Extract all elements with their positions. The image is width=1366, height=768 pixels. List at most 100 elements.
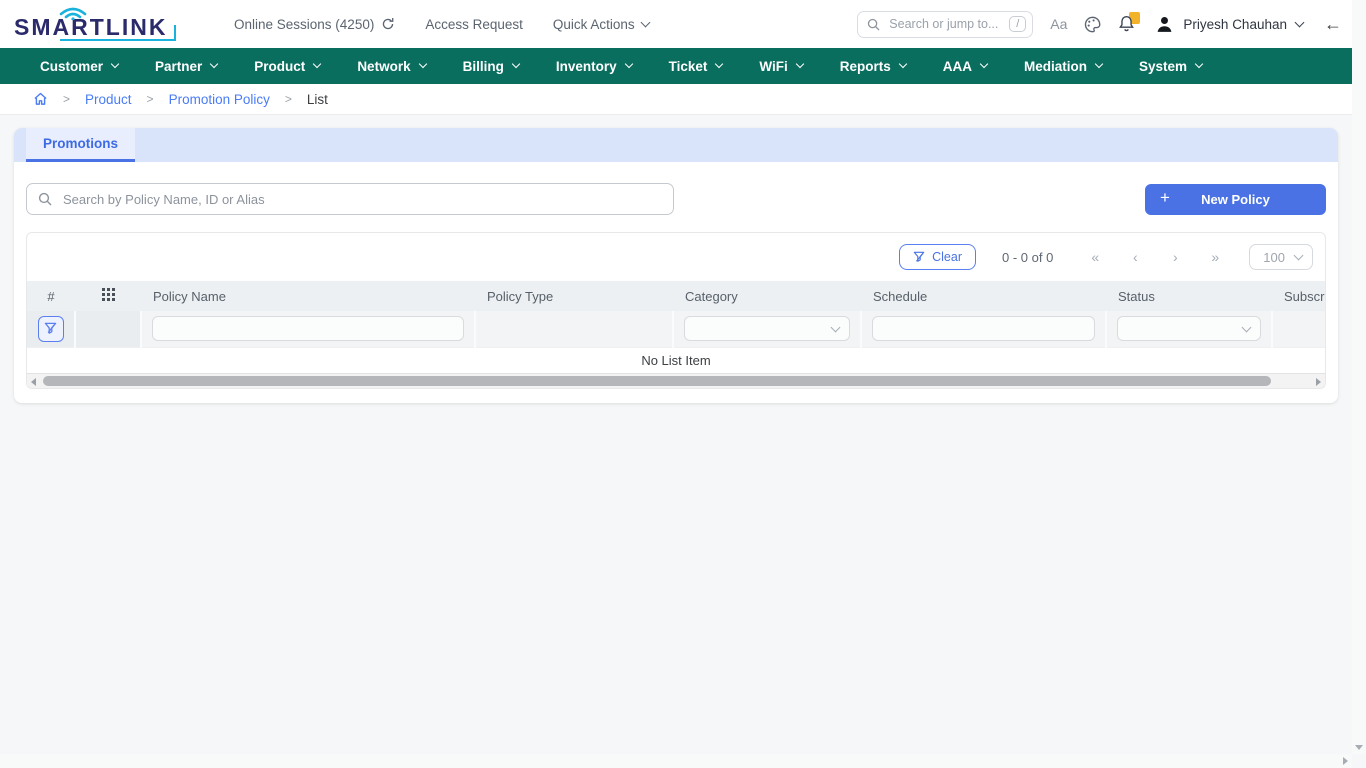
pager-first-button[interactable]: « bbox=[1075, 249, 1115, 265]
user-name: Priyesh Chauhan bbox=[1183, 17, 1287, 32]
scroll-left-arrow[interactable] bbox=[31, 378, 36, 386]
nav-item-billing[interactable]: Billing bbox=[463, 59, 519, 74]
online-sessions[interactable]: Online Sessions (4250) bbox=[234, 17, 395, 32]
breadcrumb-current-list: List bbox=[307, 92, 328, 107]
filter-toggle-button[interactable] bbox=[38, 316, 64, 342]
table-header-row: # bbox=[27, 281, 1325, 311]
filter-icon bbox=[44, 322, 57, 335]
chevron-down-icon bbox=[899, 60, 907, 68]
logo-text: SMARTLINK bbox=[14, 14, 167, 41]
page: SMARTLINK Online Sessions (4250) bbox=[0, 0, 1352, 416]
smartlink-logo[interactable]: SMARTLINK bbox=[14, 3, 182, 45]
col-schedule[interactable]: Schedule bbox=[861, 281, 1106, 311]
back-arrow-button[interactable]: ← bbox=[1324, 14, 1342, 35]
chevron-down-icon bbox=[1095, 60, 1103, 68]
filter-row bbox=[27, 311, 1325, 347]
search-icon bbox=[38, 192, 52, 206]
nav-item-network[interactable]: Network bbox=[357, 59, 425, 74]
breadcrumb: > Product > Promotion Policy > List bbox=[0, 84, 1352, 115]
window-horizontal-scrollbar[interactable] bbox=[0, 754, 1352, 768]
font-size-toggle[interactable]: Aa bbox=[1050, 16, 1067, 32]
logo-underline-vertical bbox=[174, 25, 176, 41]
panel-toolbar: Clear 0 - 0 of 0 « ‹ › » 100 bbox=[27, 233, 1325, 281]
nav-item-reports[interactable]: Reports bbox=[840, 59, 906, 74]
global-search[interactable]: / bbox=[857, 11, 1033, 38]
schedule-filter-input[interactable] bbox=[872, 316, 1095, 341]
chevron-down-icon bbox=[980, 60, 988, 68]
actions-row: + New Policy bbox=[14, 162, 1338, 232]
col-category[interactable]: Category bbox=[673, 281, 861, 311]
search-icon bbox=[867, 18, 880, 31]
user-avatar bbox=[1155, 15, 1174, 34]
col-policy-name[interactable]: Policy Name bbox=[141, 281, 475, 311]
scroll-down-arrow[interactable] bbox=[1355, 745, 1363, 750]
tabstrip: Promotions bbox=[14, 128, 1338, 162]
table-horizontal-scrollbar[interactable] bbox=[27, 373, 1325, 388]
wifi-icon bbox=[56, 2, 90, 20]
pagination-range: 0 - 0 of 0 bbox=[1002, 250, 1053, 265]
pager-next-button[interactable]: › bbox=[1155, 249, 1195, 265]
nav-item-system[interactable]: System bbox=[1139, 59, 1202, 74]
global-search-input[interactable] bbox=[887, 16, 1002, 32]
plus-icon: + bbox=[1160, 188, 1170, 208]
clear-filters-button[interactable]: Clear bbox=[899, 244, 976, 270]
chevron-down-icon bbox=[1242, 322, 1252, 332]
col-subscribers[interactable]: Subscribers bbox=[1272, 281, 1325, 311]
chevron-down-icon bbox=[640, 17, 650, 27]
main-navbar: Customer Partner Product Network Billing… bbox=[0, 48, 1352, 84]
header-center: Online Sessions (4250) Access Request Qu… bbox=[234, 17, 649, 32]
theme-palette-icon[interactable] bbox=[1084, 16, 1101, 33]
promotions-card: Promotions + New Policy bbox=[14, 128, 1338, 403]
chevron-down-icon bbox=[1295, 17, 1305, 27]
breadcrumb-link-promotion-policy[interactable]: Promotion Policy bbox=[169, 92, 270, 107]
policy-name-filter-input[interactable] bbox=[152, 316, 464, 341]
breadcrumb-link-product[interactable]: Product bbox=[85, 92, 132, 107]
chevron-down-icon bbox=[1195, 60, 1203, 68]
nav-item-inventory[interactable]: Inventory bbox=[556, 59, 632, 74]
filter-off-icon bbox=[913, 251, 925, 263]
user-menu[interactable]: Priyesh Chauhan bbox=[1155, 15, 1303, 34]
breadcrumb-separator: > bbox=[285, 92, 292, 106]
nav-item-product[interactable]: Product bbox=[254, 59, 320, 74]
category-filter-select[interactable] bbox=[684, 316, 850, 341]
nav-item-aaa[interactable]: AAA bbox=[943, 59, 987, 74]
nav-item-partner[interactable]: Partner bbox=[155, 59, 217, 74]
window-vertical-scrollbar[interactable] bbox=[1352, 0, 1366, 754]
breadcrumb-separator: > bbox=[63, 92, 70, 106]
chevron-down-icon bbox=[512, 60, 520, 68]
chevron-down-icon bbox=[418, 60, 426, 68]
pager: « ‹ › » bbox=[1075, 249, 1235, 265]
chevron-down-icon bbox=[313, 60, 321, 68]
col-columns-picker[interactable] bbox=[75, 281, 141, 311]
col-policy-type[interactable]: Policy Type bbox=[475, 281, 673, 311]
status-filter-select[interactable] bbox=[1117, 316, 1261, 341]
policy-search-input[interactable] bbox=[61, 191, 662, 208]
page-size-select[interactable]: 100 bbox=[1249, 244, 1313, 270]
col-index[interactable]: # bbox=[27, 281, 75, 311]
nav-item-customer[interactable]: Customer bbox=[40, 59, 118, 74]
grid-icon bbox=[102, 288, 115, 301]
tab-promotions[interactable]: Promotions bbox=[26, 128, 135, 162]
scrollbar-thumb[interactable] bbox=[43, 376, 1271, 386]
header-right: / Aa bbox=[857, 11, 1342, 38]
policy-search[interactable] bbox=[26, 183, 674, 215]
nav-item-mediation[interactable]: Mediation bbox=[1024, 59, 1102, 74]
pager-prev-button[interactable]: ‹ bbox=[1115, 249, 1155, 265]
notifications-bell[interactable] bbox=[1118, 14, 1138, 34]
search-shortcut-badge: / bbox=[1009, 16, 1026, 32]
nav-item-ticket[interactable]: Ticket bbox=[669, 59, 723, 74]
chevron-down-icon bbox=[624, 60, 632, 68]
refresh-icon[interactable] bbox=[381, 17, 395, 31]
scroll-right-arrow[interactable] bbox=[1316, 378, 1321, 386]
home-icon[interactable] bbox=[33, 92, 48, 106]
col-status[interactable]: Status bbox=[1106, 281, 1272, 311]
quick-actions-menu[interactable]: Quick Actions bbox=[553, 17, 649, 32]
new-policy-button[interactable]: + New Policy bbox=[1145, 184, 1326, 215]
content-area: Promotions + New Policy bbox=[0, 115, 1352, 416]
access-request-link[interactable]: Access Request bbox=[425, 17, 523, 32]
access-request-label: Access Request bbox=[425, 17, 523, 32]
chevron-down-icon bbox=[210, 60, 218, 68]
scroll-right-arrow[interactable] bbox=[1343, 757, 1348, 765]
nav-item-wifi[interactable]: WiFi bbox=[759, 59, 802, 74]
pager-last-button[interactable]: » bbox=[1195, 249, 1235, 265]
